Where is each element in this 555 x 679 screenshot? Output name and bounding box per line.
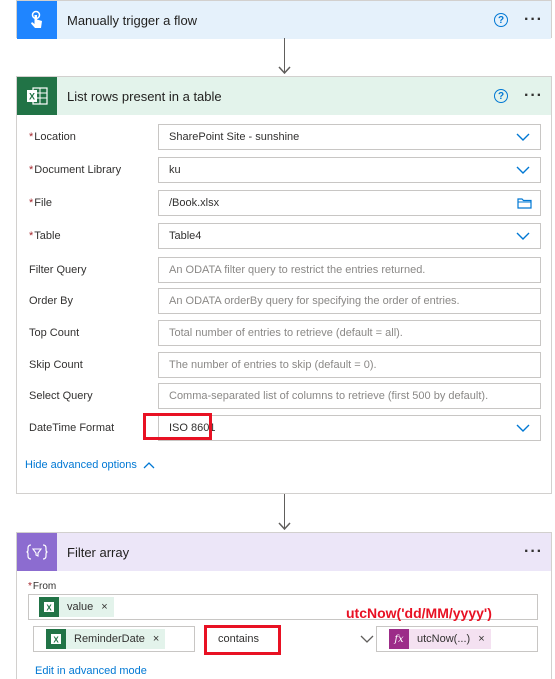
table-value: Table4 [169,230,202,242]
chevron-down-icon [516,424,530,432]
help-icon[interactable]: ? [494,13,509,27]
excel-icon: X [39,597,59,617]
utcnow-token[interactable]: fx utcNow(...) × [389,629,491,649]
table-dropdown[interactable]: Table4 [158,223,541,249]
excel-icon: X [46,629,66,649]
location-label: *Location [29,131,76,143]
select-query-input[interactable]: Comma-separated list of columns to retri… [158,383,541,409]
filter-braces-icon [17,533,57,571]
skip-count-row: Skip Count The number of entries to skip… [29,352,541,378]
condition-right-input[interactable]: fx utcNow(...) × [376,626,538,652]
hide-advanced-options-link[interactable]: Hide advanced options [25,459,155,471]
condition-left-input[interactable]: X ReminderDate × [33,626,195,652]
document-library-dropdown[interactable]: ku [158,157,541,183]
file-row: *File /Book.xlsx [29,190,541,216]
filter-query-placeholder: An ODATA filter query to restrict the en… [169,264,426,276]
svg-text:X: X [29,92,35,102]
table-label: *Table [29,230,61,242]
datetime-format-row: DateTime Format ISO 8601 [29,415,541,441]
file-input[interactable]: /Book.xlsx [158,190,541,216]
location-dropdown[interactable]: SharePoint Site - sunshine [158,124,541,150]
order-by-input[interactable]: An ODATA orderBy query for specifying th… [158,288,541,314]
top-count-row: Top Count Total number of entries to ret… [29,320,541,346]
trigger-title: Manually trigger a flow [67,12,198,28]
document-library-label: *Document Library [29,164,122,176]
arrow-down-icon [278,522,291,530]
arrow-down-icon [278,66,291,74]
select-query-label: Select Query [29,390,93,402]
location-row: *Location SharePoint Site - sunshine [29,124,541,150]
filter-query-label: Filter Query [29,264,87,276]
table-row: *Table Table4 [29,223,541,249]
excel-icon: X [17,77,57,115]
select-query-placeholder: Comma-separated list of columns to retri… [169,390,489,402]
more-options-icon[interactable]: ··· [524,12,543,28]
top-count-input[interactable]: Total number of entries to retrieve (def… [158,320,541,346]
remove-token-icon[interactable]: × [478,633,484,645]
svg-text:X: X [46,604,52,613]
from-token-label: value [67,601,94,613]
top-count-label: Top Count [29,327,80,339]
expression-fx-icon: fx [389,629,409,649]
edit-advanced-mode-link[interactable]: Edit in advanced mode [35,665,147,677]
skip-count-placeholder: The number of entries to skip (default =… [169,359,377,371]
list-rows-card-header[interactable]: X List rows present in a table ? ··· [17,77,551,115]
order-by-row: Order By An ODATA orderBy query for spec… [29,288,541,314]
from-label: *From [28,581,57,592]
highlight-box [143,413,212,440]
help-icon[interactable]: ? [494,89,509,103]
file-label: *File [29,197,53,209]
hide-advanced-options-label: Hide advanced options [25,459,137,471]
utcnow-token-label: utcNow(...) [417,633,471,645]
chevron-down-icon [516,133,530,141]
folder-icon[interactable] [517,197,532,209]
order-by-placeholder: An ODATA orderBy query for specifying th… [169,295,460,307]
location-value: SharePoint Site - sunshine [169,131,300,143]
skip-count-label: Skip Count [29,359,83,371]
svg-text:X: X [53,636,59,645]
reminder-date-token[interactable]: X ReminderDate × [46,629,166,649]
top-count-placeholder: Total number of entries to retrieve (def… [169,327,403,339]
chevron-down-icon [516,166,530,174]
filter-array-title: Filter array [67,544,130,560]
select-query-row: Select Query Comma-separated list of col… [29,383,541,409]
chevron-down-icon [516,232,530,240]
chevron-down-icon [360,635,374,643]
remove-token-icon[interactable]: × [101,601,107,613]
chevron-up-icon [143,462,155,469]
more-options-icon[interactable]: ··· [524,88,543,104]
document-library-row: *Document Library ku [29,157,541,183]
filter-query-input[interactable]: An ODATA filter query to restrict the en… [158,257,541,283]
file-value: /Book.xlsx [169,197,220,209]
more-options-icon[interactable]: ··· [524,544,543,560]
order-by-label: Order By [29,295,74,307]
list-rows-title: List rows present in a table [67,88,222,104]
reminder-date-label: ReminderDate [74,633,145,645]
hand-touch-icon [17,1,57,39]
document-library-value: ku [169,164,181,176]
list-rows-card[interactable]: X List rows present in a table ? ··· *Lo… [16,76,552,494]
datetime-format-dropdown[interactable]: ISO 8601 [158,415,541,441]
highlight-box [204,625,281,655]
utcnow-annotation: utcNow('dd/MM/yyyy') [346,605,492,621]
from-value-token[interactable]: X value × [39,597,114,617]
skip-count-input[interactable]: The number of entries to skip (default =… [158,352,541,378]
trigger-card-header[interactable]: Manually trigger a flow ? ··· [17,1,551,39]
trigger-card[interactable]: Manually trigger a flow ? ··· [16,0,552,39]
datetime-format-label: DateTime Format [29,422,115,434]
filter-query-row: Filter Query An ODATA filter query to re… [29,257,541,283]
filter-array-card-header[interactable]: Filter array ··· [17,533,551,571]
remove-token-icon[interactable]: × [153,633,159,645]
